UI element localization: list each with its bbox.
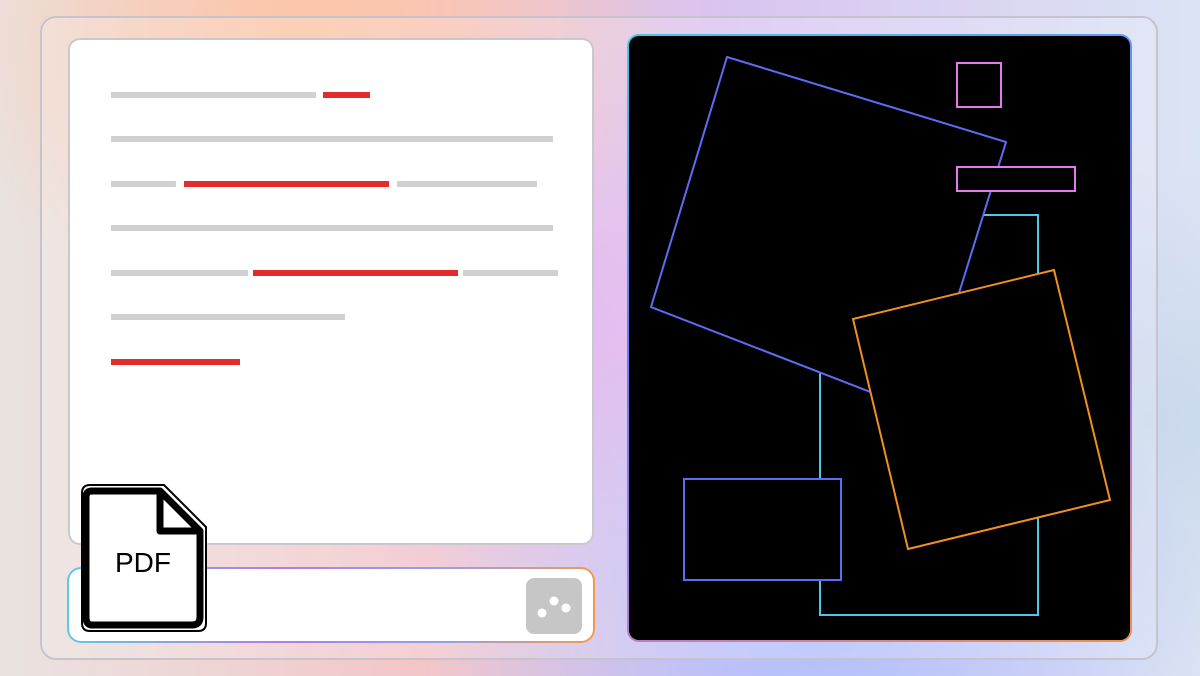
canvas: [629, 36, 1130, 640]
highlighted-text-line: [111, 359, 240, 365]
text-line: [111, 136, 553, 142]
three-dots-icon: [537, 596, 571, 618]
text-line: [463, 270, 558, 276]
pink-square: [956, 62, 1002, 108]
text-line: [111, 314, 345, 320]
send-button[interactable]: [526, 578, 582, 634]
prompt-input[interactable]: [219, 583, 523, 629]
blue-small-rectangle: [683, 478, 842, 581]
canvas-shapes: [649, 55, 1112, 616]
highlighted-text-line: [323, 92, 370, 98]
pink-bar: [956, 166, 1076, 192]
highlighted-text-line: [253, 270, 458, 276]
canvas-panel: [627, 34, 1132, 642]
text-line: [111, 225, 553, 231]
text-line: [111, 270, 248, 276]
text-line: [111, 92, 316, 98]
text-line: [111, 181, 176, 187]
pdf-attachment[interactable]: PDF: [80, 483, 208, 633]
highlighted-text-line: [184, 181, 389, 187]
pdf-label: PDF: [115, 547, 171, 578]
text-line: [397, 181, 537, 187]
document-preview: [68, 38, 594, 545]
